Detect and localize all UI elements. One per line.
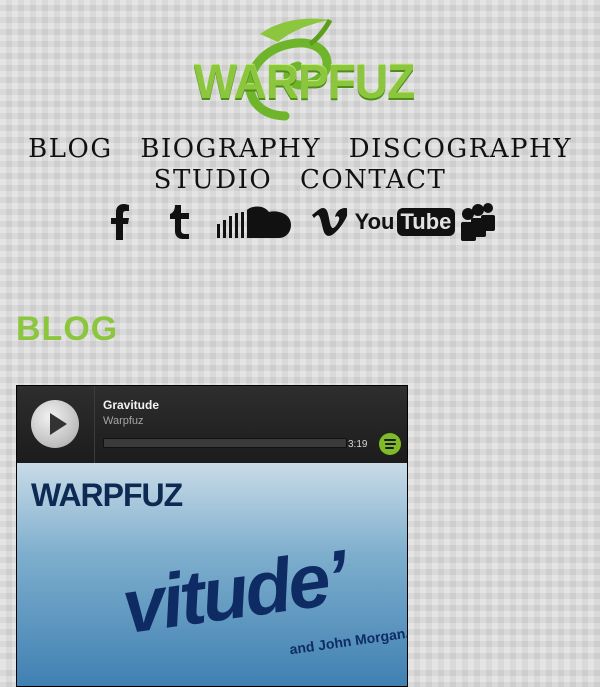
- logo-wordmark: WARPFUZ: [193, 53, 415, 109]
- vimeo-icon[interactable]: [311, 200, 347, 244]
- cover-subtitle: and John Morgan.: [288, 624, 407, 658]
- nav-studio[interactable]: STUDIO: [154, 165, 273, 195]
- play-button[interactable]: [31, 400, 79, 448]
- blog-heading: BLOG: [16, 310, 119, 348]
- cover-title: vitude’: [117, 534, 351, 651]
- nav-discography[interactable]: DISCOGRAPHY: [349, 134, 572, 164]
- player-header: Gravitude Warpfuz 3:19: [17, 386, 407, 463]
- myspace-icon[interactable]: [461, 200, 497, 244]
- track-duration: 3:19: [348, 439, 368, 450]
- social-links: You Tube: [0, 200, 600, 244]
- spotify-icon[interactable]: [379, 433, 401, 455]
- main-nav-row-1: BLOG BIOGRAPHY DISCOGRAPHY: [0, 134, 600, 164]
- spotify-player: Gravitude Warpfuz 3:19 WARPFUZ vitude’ a…: [16, 385, 408, 687]
- nav-blog[interactable]: BLOG: [28, 134, 112, 164]
- youtube-you-text: You: [354, 209, 395, 234]
- soundcloud-icon[interactable]: [215, 200, 293, 244]
- album-cover[interactable]: WARPFUZ vitude’ and John Morgan.: [17, 463, 407, 686]
- tumblr-icon[interactable]: [164, 200, 194, 244]
- youtube-icon[interactable]: You Tube: [355, 200, 456, 244]
- main-nav-row-2: STUDIO CONTACT: [0, 165, 600, 195]
- progress-bar[interactable]: [103, 438, 347, 448]
- track-artist[interactable]: Warpfuz: [103, 415, 144, 427]
- nav-biography[interactable]: BIOGRAPHY: [140, 134, 321, 164]
- site-logo[interactable]: WARPFUZ: [180, 14, 425, 126]
- nav-contact[interactable]: CONTACT: [300, 165, 446, 195]
- cover-band-name: WARPFUZ: [31, 477, 183, 513]
- play-area: [17, 386, 95, 463]
- youtube-tube-text: Tube: [396, 208, 456, 236]
- facebook-icon[interactable]: [106, 200, 134, 244]
- track-title[interactable]: Gravitude: [103, 398, 159, 412]
